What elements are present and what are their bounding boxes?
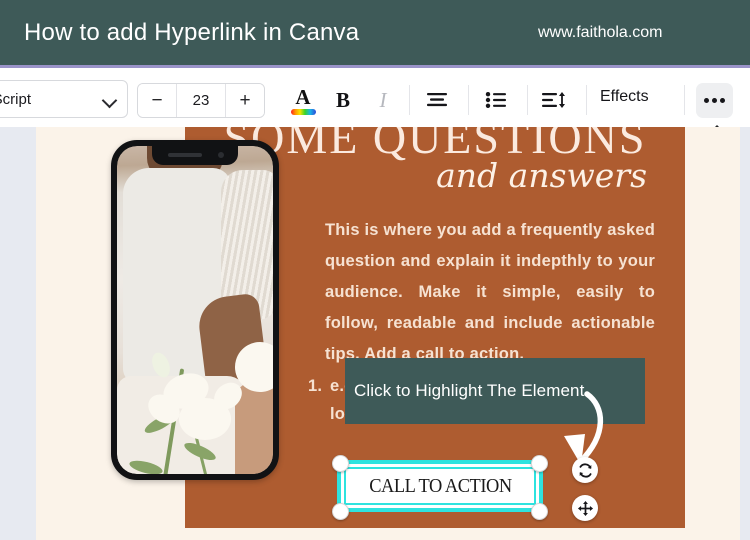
font-family-value: s Script (0, 90, 32, 108)
text-color-letter: A (295, 85, 311, 109)
speaker-icon (168, 153, 202, 157)
phone-screen-photo (117, 146, 273, 474)
align-center-icon[interactable] (421, 86, 453, 114)
line-spacing-icon[interactable] (538, 86, 570, 114)
italic-button[interactable]: I (368, 84, 398, 116)
photo-shape (179, 398, 231, 440)
canvas-bottom-strip (36, 528, 740, 540)
resize-handle-bottom-right[interactable] (531, 503, 548, 520)
effects-button[interactable]: Effects (600, 88, 649, 112)
toolbar-divider (468, 85, 469, 115)
ellipsis-dot (712, 98, 717, 103)
website-url: www.faithola.com (538, 24, 663, 41)
selection-border[interactable]: CALL TO ACTION (337, 460, 543, 512)
ellipsis-dot (704, 98, 709, 103)
color-gradient-bar (290, 109, 316, 115)
cta-label: CALL TO ACTION (368, 474, 512, 497)
more-button[interactable] (696, 83, 733, 118)
resize-handle-bottom-left[interactable] (332, 503, 349, 520)
canva-editor-screenshot: How to add Hyperlink in Canva www.faitho… (0, 0, 750, 540)
font-size-stepper[interactable]: − 23 + (137, 83, 265, 118)
toolbar-divider (684, 85, 685, 115)
page-banner: How to add Hyperlink in Canva www.faitho… (0, 0, 750, 68)
selected-element[interactable]: CALL TO ACTION (332, 455, 548, 520)
toolbar-divider (409, 85, 410, 115)
move-icon[interactable] (572, 495, 598, 521)
camera-icon (218, 152, 224, 158)
toolbar-divider (527, 85, 528, 115)
font-size-input[interactable]: 23 (176, 84, 226, 117)
text-color-button[interactable]: A (286, 83, 320, 119)
card-body-text[interactable]: This is where you add a frequently asked… (325, 215, 655, 370)
chevron-down-icon (103, 95, 116, 103)
bullet-list-icon[interactable] (480, 86, 512, 114)
list-number: 1. (308, 377, 323, 395)
resize-handle-top-left[interactable] (332, 455, 349, 472)
font-size-increase-button[interactable]: + (226, 84, 264, 117)
phone-notch (152, 146, 238, 165)
font-size-decrease-button[interactable]: − (138, 84, 176, 117)
toolbar-divider (586, 85, 587, 115)
bold-button[interactable]: B (328, 84, 358, 116)
cta-text-box[interactable]: CALL TO ACTION (344, 467, 536, 505)
ellipsis-dot (720, 98, 725, 103)
resize-handle-top-right[interactable] (531, 455, 548, 472)
font-family-dropdown[interactable]: s Script (0, 80, 128, 118)
phone-mockup[interactable] (111, 140, 279, 480)
rotate-icon[interactable] (572, 457, 598, 483)
page-title: How to add Hyperlink in Canva (24, 18, 360, 46)
